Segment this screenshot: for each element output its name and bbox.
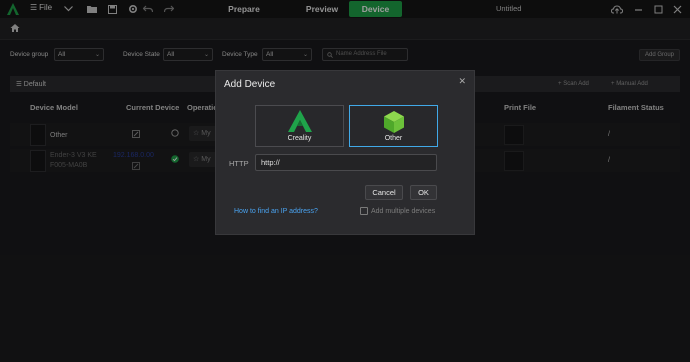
- device-option-label: Creality: [287, 135, 312, 142]
- http-label: HTTP: [229, 159, 249, 168]
- device-option-other[interactable]: Other: [349, 105, 438, 147]
- find-ip-help-link[interactable]: How to find an IP address?: [234, 208, 318, 215]
- add-device-dialog: Add Device ✕ Creality Other HTTP http://…: [215, 70, 475, 235]
- close-icon[interactable]: ✕: [458, 76, 466, 87]
- dialog-title: Add Device: [224, 79, 276, 90]
- device-option-label: Other: [384, 135, 403, 142]
- ok-button[interactable]: OK: [410, 185, 437, 200]
- http-address-input[interactable]: http://: [255, 154, 437, 171]
- creality-logo-icon: [287, 110, 312, 132]
- cube-icon: [383, 111, 404, 133]
- cancel-button[interactable]: Cancel: [365, 185, 403, 200]
- add-multiple-label: Add multiple devices: [371, 208, 436, 215]
- device-option-creality[interactable]: Creality: [255, 105, 344, 147]
- add-multiple-checkbox[interactable]: [360, 207, 368, 215]
